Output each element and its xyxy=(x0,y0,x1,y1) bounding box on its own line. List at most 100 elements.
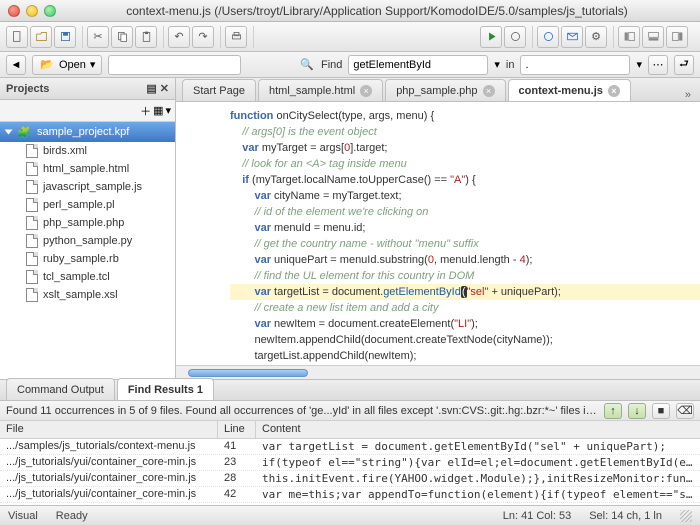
find-results-status: Found 11 occurrences in 5 of 9 files. Fo… xyxy=(0,401,700,421)
editor-area: Start Pagehtml_sample.html×php_sample.ph… xyxy=(176,78,700,379)
toggle-left-pane-button[interactable] xyxy=(618,26,640,48)
project-root[interactable]: 🧩 sample_project.kpf xyxy=(0,122,175,142)
tree-item-label: ruby_sample.rb xyxy=(43,253,119,265)
cut-button[interactable]: ✂ xyxy=(87,26,109,48)
editor-horizontal-scrollbar[interactable] xyxy=(176,365,700,379)
editor-tab[interactable]: Start Page xyxy=(182,79,256,101)
tab-overflow-button[interactable]: » xyxy=(682,89,694,101)
tree-item[interactable]: xslt_sample.xsl xyxy=(0,286,175,304)
undo-button[interactable]: ↶ xyxy=(168,26,190,48)
open-file-button[interactable] xyxy=(30,26,52,48)
results-col-file[interactable]: File xyxy=(0,421,218,438)
find-prev-button[interactable]: ↑ xyxy=(604,403,622,419)
run-button[interactable] xyxy=(480,26,502,48)
project-view-button[interactable]: ▦ xyxy=(153,104,163,117)
result-row[interactable]: .../samples/js_tutorials/context-menu.js… xyxy=(0,439,700,455)
copy-button[interactable] xyxy=(111,26,133,48)
minimize-window-button[interactable] xyxy=(26,5,38,17)
tree-item[interactable]: javascript_sample.js xyxy=(0,178,175,196)
pane-close-icon[interactable]: ✕ xyxy=(160,83,169,95)
find-clear-button[interactable]: ⌫ xyxy=(676,403,694,419)
browser-preview-button[interactable] xyxy=(537,26,559,48)
open-dropdown-button[interactable]: 📂 Open ▾ xyxy=(32,55,102,75)
project-root-label: sample_project.kpf xyxy=(37,126,129,138)
find-go-button[interactable]: ⮐ xyxy=(674,55,694,75)
tree-item[interactable]: php_sample.php xyxy=(0,214,175,232)
tree-item-label: python_sample.py xyxy=(43,235,132,247)
code-editor[interactable]: function onCitySelect(type, args, menu) … xyxy=(176,102,700,365)
project-tree[interactable]: 🧩 sample_project.kpf birds.xml html_sampl… xyxy=(0,122,175,379)
find-next-button[interactable]: ↓ xyxy=(628,403,646,419)
print-button[interactable] xyxy=(225,26,247,48)
editor-tabs: Start Pagehtml_sample.html×php_sample.ph… xyxy=(176,78,700,102)
result-line: 23 xyxy=(218,455,256,470)
tree-item[interactable]: birds.xml xyxy=(0,142,175,160)
project-more-button[interactable]: ▾ xyxy=(165,104,171,117)
open-label: Open xyxy=(59,59,86,71)
result-line: 28 xyxy=(218,471,256,486)
zoom-window-button[interactable] xyxy=(44,5,56,17)
tools-button[interactable]: ⚙ xyxy=(585,26,607,48)
nav-back-button[interactable]: ◄ xyxy=(6,55,26,75)
scrollbar-thumb[interactable] xyxy=(188,369,308,377)
file-icon xyxy=(26,252,38,266)
tree-item-label: birds.xml xyxy=(43,145,87,157)
find-results-list[interactable]: .../samples/js_tutorials/context-menu.js… xyxy=(0,439,700,505)
find-stop-button[interactable]: ■ xyxy=(652,403,670,419)
result-content: this.initEvent.fire(YAHOO.widget.Module)… xyxy=(256,471,700,486)
chevron-down-icon[interactable]: ▾ xyxy=(494,58,500,71)
editor-tab[interactable]: html_sample.html× xyxy=(258,79,383,101)
result-row[interactable]: .../js_tutorials/yui/container_core-min.… xyxy=(0,471,700,487)
tree-item[interactable]: python_sample.py xyxy=(0,232,175,250)
tree-item[interactable]: tcl_sample.tcl xyxy=(0,268,175,286)
redo-button[interactable]: ↷ xyxy=(192,26,214,48)
results-col-line[interactable]: Line xyxy=(218,421,256,438)
result-file: .../js_tutorials/yui/container_core-min.… xyxy=(0,455,218,470)
toggle-bottom-pane-button[interactable] xyxy=(642,26,664,48)
editor-tab[interactable]: php_sample.php× xyxy=(385,79,505,101)
result-content: var me=this;var appendTo=function(elemen… xyxy=(256,487,700,502)
resize-grip-icon[interactable] xyxy=(680,510,692,522)
open-find-bar: ◄ 📂 Open ▾ 🔍 Find ▾ in ▾ ⋯ ⮐ xyxy=(0,52,700,78)
find-options-button[interactable]: ⋯ xyxy=(648,55,668,75)
file-icon xyxy=(26,180,38,194)
status-mode: Visual xyxy=(8,510,38,522)
file-icon xyxy=(26,288,38,302)
editor-tab[interactable]: context-menu.js × xyxy=(508,79,631,101)
find-input[interactable] xyxy=(348,55,488,75)
tab-close-icon[interactable]: × xyxy=(483,85,495,97)
toggle-right-pane-button[interactable] xyxy=(666,26,688,48)
bottom-tab[interactable]: Command Output xyxy=(6,378,115,400)
tree-item[interactable]: ruby_sample.rb xyxy=(0,250,175,268)
open-input[interactable] xyxy=(108,55,241,75)
find-label: Find xyxy=(321,59,342,71)
paste-button[interactable] xyxy=(135,26,157,48)
tab-label: context-menu.js xyxy=(519,85,603,97)
file-icon xyxy=(26,198,38,212)
result-file: .../js_tutorials/yui/container_core-min.… xyxy=(0,471,218,486)
tab-close-icon[interactable]: × xyxy=(608,85,620,97)
find-scope-input[interactable] xyxy=(520,55,630,75)
file-icon xyxy=(26,270,38,284)
tab-close-icon[interactable]: × xyxy=(360,85,372,97)
close-window-button[interactable] xyxy=(8,5,20,17)
mail-button[interactable] xyxy=(561,26,583,48)
status-bar: Visual Ready Ln: 41 Col: 53 Sel: 14 ch, … xyxy=(0,505,700,525)
project-add-button[interactable]: ＋ xyxy=(140,103,151,119)
chevron-down-icon[interactable]: ▾ xyxy=(636,58,642,71)
results-col-content[interactable]: Content xyxy=(256,421,700,438)
search-icon: 🔍 xyxy=(299,57,315,73)
tree-item[interactable]: perl_sample.pl xyxy=(0,196,175,214)
debug-button[interactable] xyxy=(504,26,526,48)
new-file-button[interactable] xyxy=(6,26,28,48)
folder-icon: 📂 xyxy=(39,57,55,73)
pane-menu-icon[interactable]: ▤ xyxy=(146,83,156,95)
bottom-tab[interactable]: Find Results 1 xyxy=(117,378,214,400)
result-row[interactable]: .../js_tutorials/yui/container_core-min.… xyxy=(0,487,700,503)
save-button[interactable] xyxy=(54,26,76,48)
status-position: Ln: 41 Col: 53 xyxy=(503,510,572,522)
status-selection: Sel: 14 ch, 1 ln xyxy=(589,510,662,522)
main-toolbar: ✂ ↶ ↷ ⚙ xyxy=(0,22,700,52)
result-row[interactable]: .../js_tutorials/yui/container_core-min.… xyxy=(0,455,700,471)
tree-item[interactable]: html_sample.html xyxy=(0,160,175,178)
